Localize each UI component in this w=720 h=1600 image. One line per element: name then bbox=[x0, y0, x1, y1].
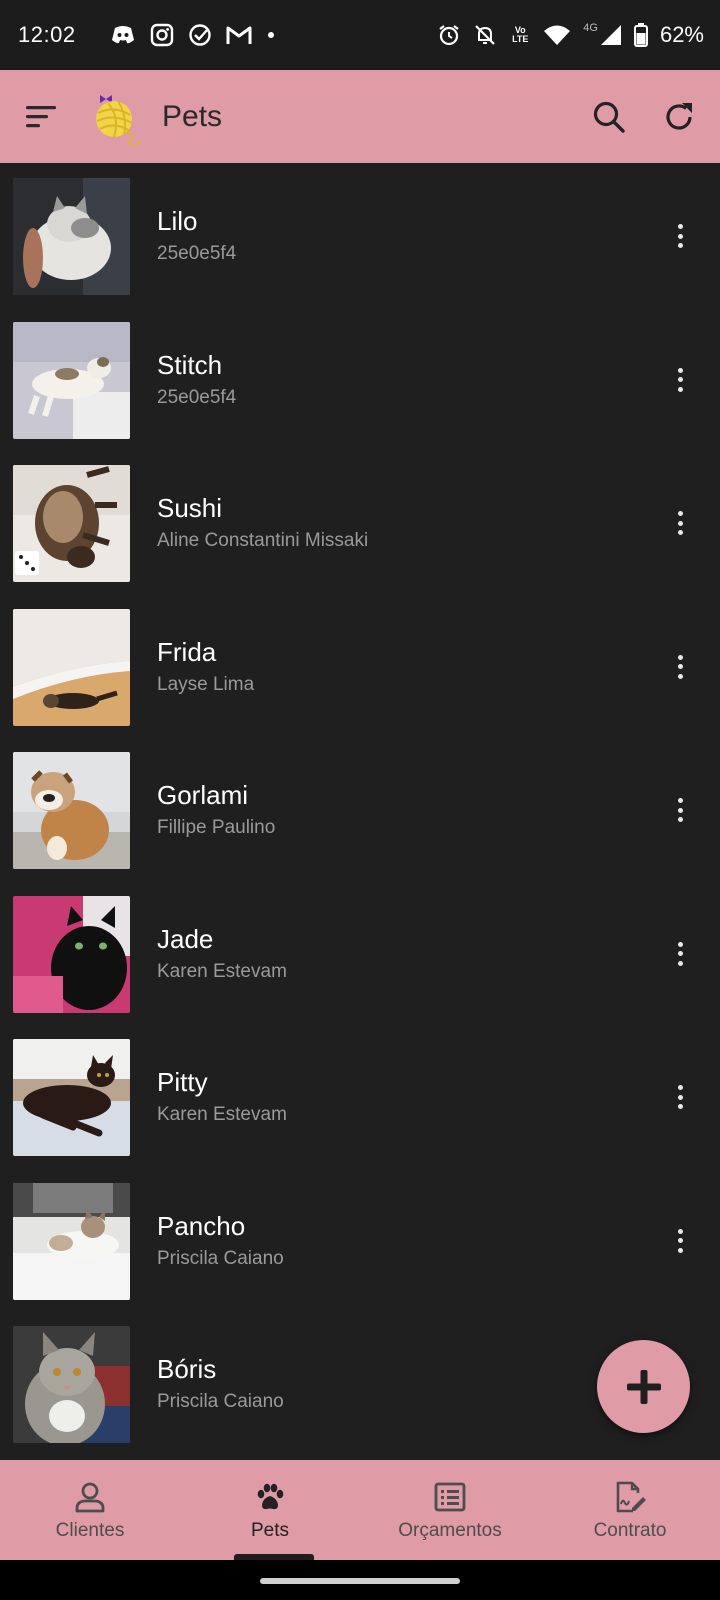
dot-icon bbox=[266, 30, 276, 40]
pet-owner: Fillipe Paulino bbox=[157, 817, 276, 838]
alarm-icon bbox=[437, 23, 461, 47]
volte-icon: Vo LTE bbox=[512, 25, 529, 44]
battery-icon bbox=[633, 23, 648, 47]
pet-text: Stitch 25e0e5f4 bbox=[157, 349, 236, 409]
pet-name: Frida bbox=[157, 636, 217, 667]
contract-edit-icon bbox=[613, 1480, 647, 1514]
add-pet-button[interactable] bbox=[597, 1340, 690, 1433]
pet-owner: 25e0e5f4 bbox=[157, 243, 237, 264]
nav-label: Contrato bbox=[593, 1520, 667, 1541]
pet-text: Gorlami Fillipe Paulino bbox=[157, 779, 275, 839]
app-bar-actions bbox=[592, 100, 696, 134]
pet-name: Pitty bbox=[157, 1067, 208, 1097]
signal-icon bbox=[600, 24, 622, 46]
plus-icon bbox=[626, 1369, 661, 1404]
status-bar: 12:02 Vo LTE 4G 62% bbox=[0, 0, 720, 70]
pet-name: Stitch bbox=[157, 349, 223, 380]
status-right: Vo LTE 4G 62% bbox=[437, 22, 704, 48]
more-options-icon[interactable] bbox=[668, 1079, 692, 1115]
pet-owner: Aline Constantini Missaki bbox=[157, 530, 369, 551]
system-gesture-area bbox=[0, 1560, 720, 1600]
pet-photo bbox=[13, 178, 130, 295]
instagram-icon bbox=[150, 23, 174, 47]
nav-item-orcamentos[interactable]: Orçamentos bbox=[360, 1460, 540, 1560]
pet-name: Jade bbox=[157, 923, 214, 954]
pet-text: Jade Karen Estevam bbox=[157, 923, 287, 983]
pet-photo bbox=[13, 895, 130, 1013]
pet-name: Pancho bbox=[157, 1210, 246, 1241]
menu-sort-icon[interactable] bbox=[26, 104, 58, 130]
refresh-icon[interactable] bbox=[662, 100, 696, 134]
pet-text: Pancho Priscila Caiano bbox=[157, 1210, 284, 1270]
pet-list-item[interactable]: Jade Karen Estevam bbox=[0, 881, 720, 1025]
pet-name: Gorlami bbox=[157, 780, 249, 810]
pet-list-item[interactable]: Lilo 25e0e5f4 bbox=[0, 163, 720, 307]
pet-owner: Karen Estevam bbox=[157, 960, 287, 982]
pet-owner: Layse Lima bbox=[157, 673, 255, 695]
tasks-icon bbox=[188, 23, 212, 47]
pet-photo bbox=[13, 752, 130, 869]
pet-owner: Priscila Caiano bbox=[157, 1391, 284, 1412]
pet-name: Sushi bbox=[157, 493, 223, 523]
paw-icon bbox=[253, 1480, 287, 1514]
pet-list-item[interactable]: Stitch 25e0e5f4 bbox=[0, 307, 720, 451]
more-options-icon[interactable] bbox=[668, 218, 692, 254]
nav-label: Pets bbox=[250, 1520, 290, 1541]
gmail-icon bbox=[226, 24, 252, 46]
pet-photo bbox=[13, 608, 130, 726]
pet-list: Lilo 25e0e5f4 Stitch 25e0e5f4 Sushi Aline Con… bbox=[0, 163, 720, 1460]
person-icon bbox=[73, 1480, 107, 1514]
pet-photo bbox=[13, 1182, 130, 1300]
pet-owner: Priscila Caiano bbox=[157, 1247, 284, 1269]
more-options-icon[interactable] bbox=[668, 505, 692, 541]
pet-photo bbox=[13, 465, 130, 582]
pet-photo bbox=[13, 1039, 130, 1156]
nav-label: Clientes bbox=[55, 1520, 125, 1541]
app-bar: Pets bbox=[0, 70, 720, 163]
search-icon[interactable] bbox=[592, 100, 626, 134]
pet-name: Lilo bbox=[157, 206, 198, 236]
list-icon bbox=[433, 1480, 467, 1514]
pet-list-item[interactable]: Sushi Aline Constantini Missaki bbox=[0, 450, 720, 594]
nav-label: Orçamentos bbox=[398, 1520, 502, 1541]
pet-text: Pitty Karen Estevam bbox=[157, 1066, 287, 1126]
nav-item-contrato[interactable]: Contrato bbox=[540, 1460, 720, 1560]
bottom-nav: Clientes Pets Orçamentos Contrato bbox=[0, 1460, 720, 1560]
network-type: 4G bbox=[583, 22, 598, 34]
pet-list-item[interactable]: Frida Layse Lima bbox=[0, 594, 720, 738]
pet-name: Bóris bbox=[157, 1354, 217, 1384]
discord-icon bbox=[110, 24, 136, 46]
more-options-icon[interactable] bbox=[668, 936, 692, 972]
more-options-icon[interactable] bbox=[668, 362, 692, 398]
page-title: Pets bbox=[162, 99, 223, 133]
bell-off-icon bbox=[473, 23, 497, 47]
status-left: 12:02 bbox=[18, 22, 437, 48]
pet-text: Frida Layse Lima bbox=[157, 636, 254, 696]
pet-owner: 25e0e5f4 bbox=[157, 386, 237, 408]
pet-photo bbox=[13, 1326, 130, 1443]
pet-text: Bóris Priscila Caiano bbox=[157, 1353, 284, 1413]
nav-item-clientes[interactable]: Clientes bbox=[0, 1460, 180, 1560]
battery-percent: 62% bbox=[659, 22, 704, 47]
more-options-icon[interactable] bbox=[668, 1223, 692, 1259]
pet-text: Sushi Aline Constantini Missaki bbox=[157, 492, 368, 552]
yarn-ball-logo-icon bbox=[92, 89, 142, 145]
more-options-icon[interactable] bbox=[668, 792, 692, 828]
status-time: 12:02 bbox=[18, 22, 76, 47]
pet-text: Lilo 25e0e5f4 bbox=[157, 205, 236, 265]
home-gesture-handle[interactable] bbox=[260, 1578, 460, 1584]
pet-photo bbox=[13, 321, 130, 439]
pet-list-item[interactable]: Gorlami Fillipe Paulino bbox=[0, 737, 720, 881]
pet-list-item[interactable]: Pitty Karen Estevam bbox=[0, 1024, 720, 1168]
pet-list-item[interactable]: Pancho Priscila Caiano bbox=[0, 1168, 720, 1312]
more-options-icon[interactable] bbox=[668, 649, 692, 685]
pet-owner: Karen Estevam bbox=[157, 1104, 287, 1125]
wifi-icon bbox=[543, 24, 571, 46]
nav-item-pets[interactable]: Pets bbox=[180, 1460, 360, 1560]
